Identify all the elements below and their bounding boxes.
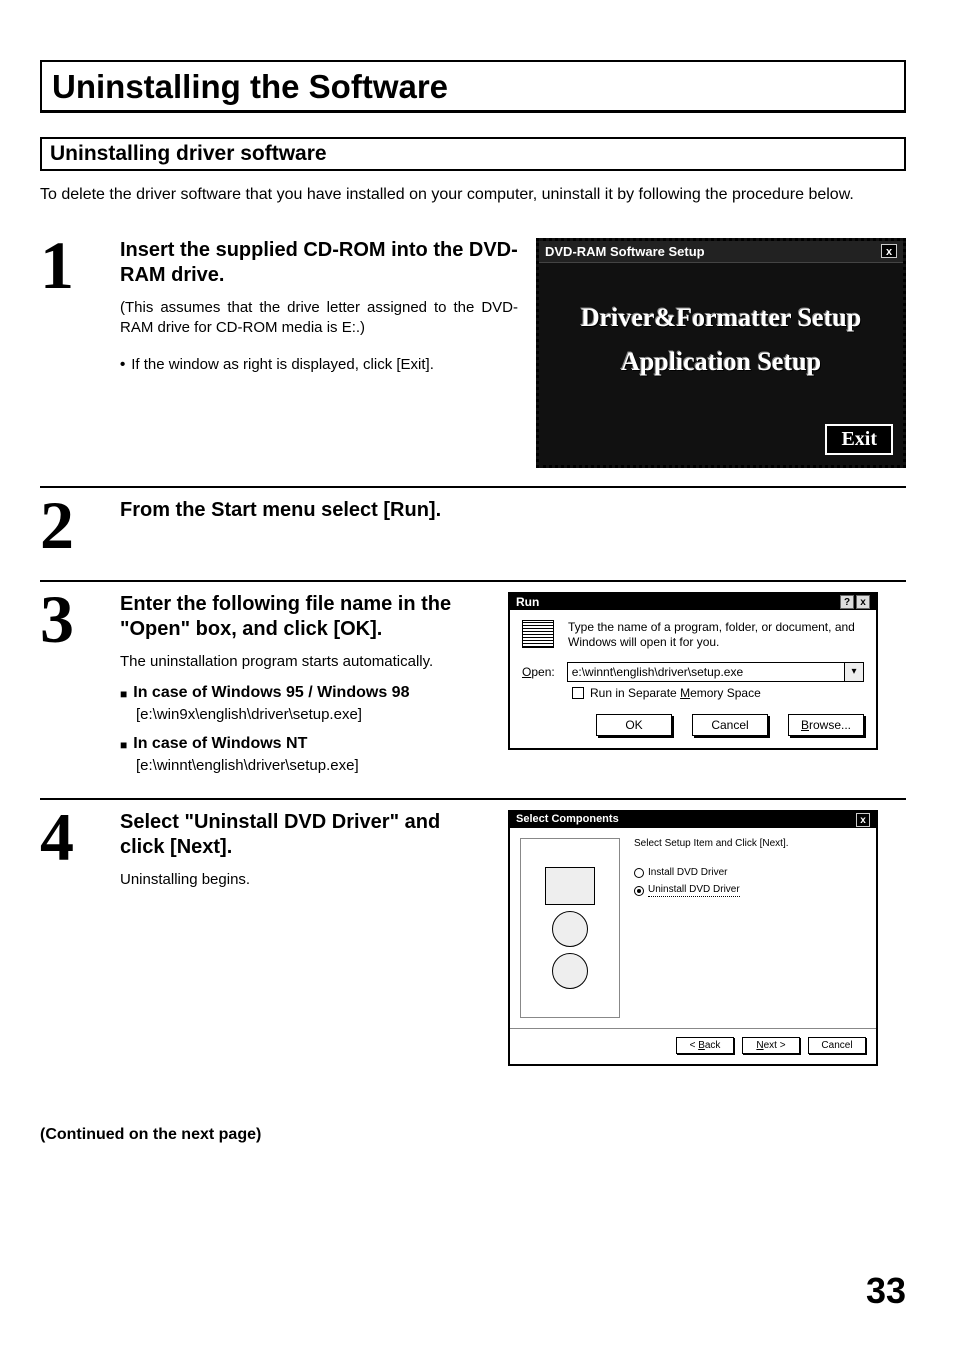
select-titlebar: Select Components x — [510, 812, 876, 828]
dropdown-icon[interactable]: ▾ — [844, 662, 864, 682]
monitor-icon — [545, 867, 595, 905]
open-input[interactable] — [567, 662, 844, 682]
step-after: Uninstalling begins. — [120, 870, 490, 890]
select-instruction: Select Setup Item and Click [Next]. — [634, 838, 866, 849]
install-label: Install DVD Driver — [648, 867, 727, 878]
select-title: Select Components — [516, 813, 619, 827]
memory-space-option[interactable]: Run in Separate Memory Space — [572, 686, 864, 700]
step-3: 3 Enter the following file name in the "… — [40, 582, 906, 780]
continued-note: (Continued on the next page) — [40, 1126, 906, 1144]
select-components-dialog: Select Components x Select Setup Item an… — [508, 810, 878, 1066]
install-option[interactable]: Install DVD Driver — [634, 867, 866, 878]
page-number: 33 — [866, 1270, 906, 1312]
wizard-art — [520, 838, 620, 1018]
case-item: ■ In case of Windows 95 / Windows 98 — [120, 684, 490, 704]
step-number: 1 — [40, 238, 102, 292]
memory-space-label: Run in Separate Memory Space — [590, 686, 761, 700]
page-title-box: Uninstalling the Software — [40, 60, 906, 113]
case-item: ■ In case of Windows NT — [120, 735, 490, 755]
page-title: Uninstalling the Software — [52, 68, 894, 106]
help-icon[interactable]: ? — [840, 595, 854, 609]
step-heading: From the Start menu select [Run]. — [120, 498, 906, 523]
dvdram-title: DVD-RAM Software Setup — [545, 244, 705, 259]
back-button[interactable]: < Back — [676, 1037, 734, 1054]
case-path: [e:\winnt\english\driver\setup.exe] — [136, 757, 490, 774]
step-heading: Insert the supplied CD-ROM into the DVD-… — [120, 238, 518, 288]
radio-icon[interactable] — [634, 886, 644, 896]
run-program-icon — [522, 620, 554, 648]
step-1: 1 Insert the supplied CD-ROM into the DV… — [40, 228, 906, 468]
step-number: 2 — [40, 498, 102, 552]
section-subtitle: Uninstalling driver software — [50, 142, 896, 166]
application-setup-button[interactable]: Application Setup — [621, 347, 821, 377]
disc-icon — [552, 911, 588, 947]
driver-formatter-setup-button[interactable]: Driver&Formatter Setup — [581, 303, 861, 333]
square-bullet-icon: ■ — [120, 684, 127, 704]
case-title: In case of Windows 95 / Windows 98 — [133, 684, 409, 704]
close-icon[interactable]: x — [881, 244, 897, 258]
bullet-dot-icon: • — [120, 356, 125, 373]
step-heading: Enter the following file name in the "Op… — [120, 592, 490, 642]
run-description: Type the name of a program, folder, or d… — [568, 620, 864, 650]
cancel-button[interactable]: Cancel — [692, 714, 768, 736]
checkbox-icon[interactable] — [572, 687, 584, 699]
step-bullet: • If the window as right is displayed, c… — [120, 356, 518, 373]
exit-button[interactable]: Exit — [825, 424, 893, 455]
section-subtitle-box: Uninstalling driver software — [40, 137, 906, 171]
dvdram-setup-window: DVD-RAM Software Setup x Driver&Formatte… — [536, 238, 906, 468]
square-bullet-icon: ■ — [120, 735, 127, 755]
cancel-button[interactable]: Cancel — [808, 1037, 866, 1054]
bullet-text: If the window as right is displayed, cli… — [131, 356, 434, 373]
step-note: (This assumes that the drive letter assi… — [120, 298, 518, 339]
step-after: The uninstallation program starts automa… — [120, 652, 490, 672]
globe-icon — [552, 953, 588, 989]
run-title: Run — [516, 595, 539, 609]
ok-button[interactable]: OK — [596, 714, 672, 736]
open-label: Open: — [522, 665, 555, 679]
radio-icon[interactable] — [634, 868, 644, 878]
close-icon[interactable]: x — [856, 813, 870, 827]
intro-text: To delete the driver software that you h… — [40, 185, 906, 206]
dvdram-titlebar: DVD-RAM Software Setup x — [539, 241, 903, 263]
uninstall-label: Uninstall DVD Driver — [648, 884, 740, 897]
case-path: [e:\win9x\english\driver\setup.exe] — [136, 706, 490, 723]
step-number: 4 — [40, 810, 102, 864]
step-number: 3 — [40, 592, 102, 646]
browse-button[interactable]: Browse... — [788, 714, 864, 736]
uninstall-option[interactable]: Uninstall DVD Driver — [634, 884, 866, 897]
run-dialog: Run ? x Type the name of a program, fold… — [508, 592, 878, 750]
close-icon[interactable]: x — [856, 595, 870, 609]
step-4: 4 Select "Uninstall DVD Driver" and clic… — [40, 800, 906, 1066]
next-button[interactable]: Next > — [742, 1037, 800, 1054]
run-titlebar: Run ? x — [510, 594, 876, 610]
step-heading: Select "Uninstall DVD Driver" and click … — [120, 810, 490, 860]
step-2: 2 From the Start menu select [Run]. — [40, 488, 906, 562]
case-title: In case of Windows NT — [133, 735, 307, 755]
